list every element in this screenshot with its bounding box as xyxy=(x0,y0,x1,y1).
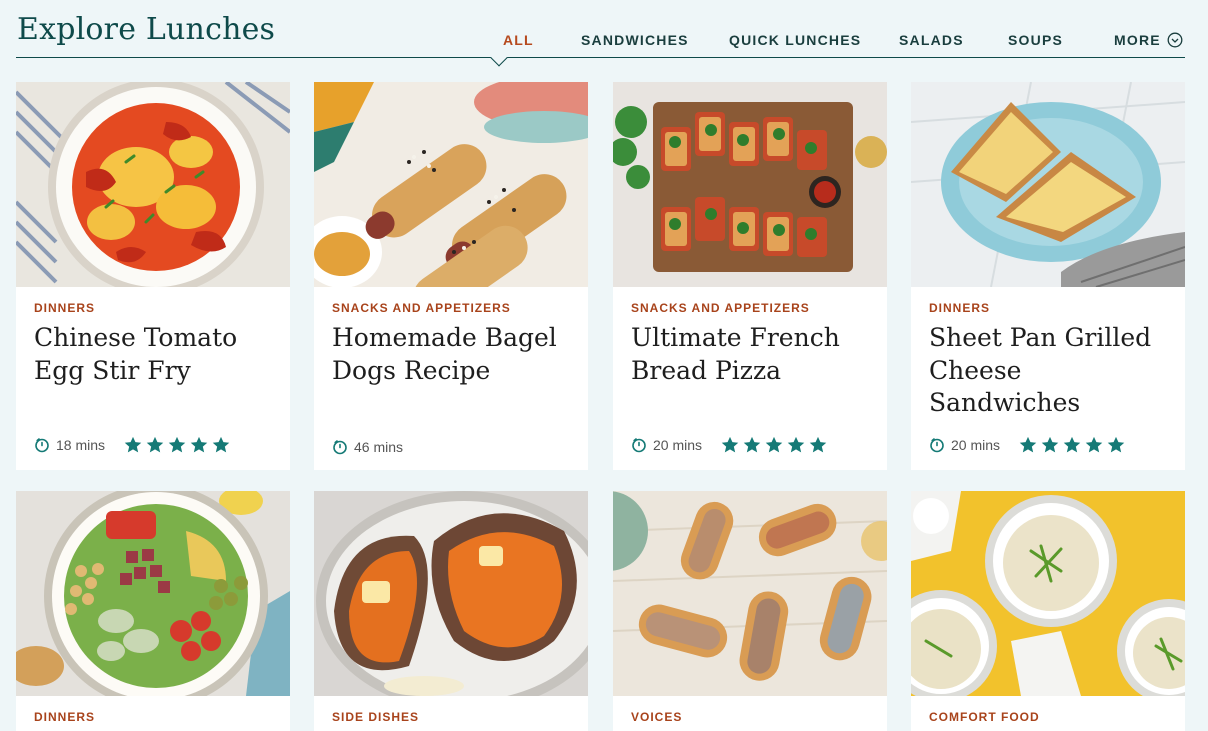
star-icon xyxy=(189,435,209,455)
star-icon xyxy=(720,435,740,455)
recipe-category[interactable]: SNACKS AND APPETIZERS xyxy=(332,301,511,315)
section-header: Explore Lunches ALL SANDWICHES QUICK LUN… xyxy=(16,0,1185,58)
recipe-title[interactable]: Ultimate French Bread Pizza xyxy=(631,322,876,387)
cook-time: 20 mins xyxy=(631,437,702,453)
recipe-card-8[interactable]: COMFORT FOOD xyxy=(911,491,1185,731)
recipe-category[interactable]: VOICES xyxy=(631,710,682,724)
recipe-image[interactable] xyxy=(16,491,290,696)
star-rating xyxy=(1018,435,1126,455)
recipe-card-7[interactable]: VOICES xyxy=(613,491,887,731)
timer-icon xyxy=(631,437,647,453)
tab-quick-lunches[interactable]: QUICK LUNCHES xyxy=(729,32,861,48)
tab-salads[interactable]: SALADS xyxy=(899,32,964,48)
star-icon xyxy=(1084,435,1104,455)
recipe-card-1[interactable]: DINNERS Chinese Tomato Egg Stir Fry 18 m… xyxy=(16,82,290,470)
recipe-card-5[interactable]: DINNERS xyxy=(16,491,290,731)
star-icon xyxy=(167,435,187,455)
recipe-meta: 18 mins xyxy=(34,434,231,456)
timer-icon xyxy=(929,437,945,453)
star-icon xyxy=(808,435,828,455)
star-icon xyxy=(1062,435,1082,455)
recipe-category[interactable]: DINNERS xyxy=(34,301,95,315)
recipe-category[interactable]: DINNERS xyxy=(929,301,990,315)
recipe-title[interactable]: Homemade Bagel Dogs Recipe xyxy=(332,322,577,387)
recipe-card-4[interactable]: DINNERS Sheet Pan Grilled Cheese Sandwic… xyxy=(911,82,1185,470)
tab-soups[interactable]: SOUPS xyxy=(1008,32,1063,48)
tab-sandwiches[interactable]: SANDWICHES xyxy=(581,32,689,48)
recipe-card-3[interactable]: SNACKS AND APPETIZERS Ultimate French Br… xyxy=(613,82,887,470)
recipe-title[interactable]: Sheet Pan Grilled Cheese Sandwiches xyxy=(929,322,1174,420)
star-icon xyxy=(1106,435,1126,455)
cook-time: 20 mins xyxy=(929,437,1000,453)
star-icon xyxy=(742,435,762,455)
star-icon xyxy=(1040,435,1060,455)
recipe-title[interactable]: Chinese Tomato Egg Stir Fry xyxy=(34,322,279,387)
timer-icon xyxy=(332,439,348,455)
recipe-category[interactable]: SNACKS AND APPETIZERS xyxy=(631,301,810,315)
recipe-meta: 46 mins xyxy=(332,436,403,458)
recipe-meta: 20 mins xyxy=(929,434,1126,456)
recipe-image[interactable] xyxy=(314,491,588,696)
star-icon xyxy=(145,435,165,455)
star-icon xyxy=(1018,435,1038,455)
recipe-category[interactable]: DINNERS xyxy=(34,710,95,724)
recipe-card-2[interactable]: SNACKS AND APPETIZERS Homemade Bagel Dog… xyxy=(314,82,588,470)
recipe-image[interactable] xyxy=(911,82,1185,287)
star-rating xyxy=(720,435,828,455)
recipe-image[interactable] xyxy=(613,491,887,696)
recipe-image[interactable] xyxy=(314,82,588,287)
timer-icon xyxy=(34,437,50,453)
cook-time-label: 18 mins xyxy=(56,437,106,453)
cook-time-label: 20 mins xyxy=(653,437,703,453)
cook-time: 18 mins xyxy=(34,437,105,453)
recipe-card-6[interactable]: SIDE DISHES xyxy=(314,491,588,731)
recipe-category[interactable]: COMFORT FOOD xyxy=(929,710,1040,724)
star-icon xyxy=(123,435,143,455)
category-tabs: ALL SANDWICHES QUICK LUNCHES SALADS SOUP… xyxy=(16,32,1185,52)
tab-more[interactable]: MORE xyxy=(1114,32,1183,48)
cook-time: 46 mins xyxy=(332,439,403,455)
tab-more-label: MORE xyxy=(1114,32,1161,48)
star-icon xyxy=(786,435,806,455)
star-icon xyxy=(211,435,231,455)
cook-time-label: 46 mins xyxy=(354,439,404,455)
recipe-image[interactable] xyxy=(911,491,1185,696)
star-rating xyxy=(123,435,231,455)
recipe-image[interactable] xyxy=(16,82,290,287)
recipe-image[interactable] xyxy=(613,82,887,287)
cook-time-label: 20 mins xyxy=(951,437,1001,453)
tab-all[interactable]: ALL xyxy=(503,32,534,48)
recipe-meta: 20 mins xyxy=(631,434,828,456)
chevron-down-icon xyxy=(1167,32,1183,48)
star-icon xyxy=(764,435,784,455)
recipe-category[interactable]: SIDE DISHES xyxy=(332,710,419,724)
